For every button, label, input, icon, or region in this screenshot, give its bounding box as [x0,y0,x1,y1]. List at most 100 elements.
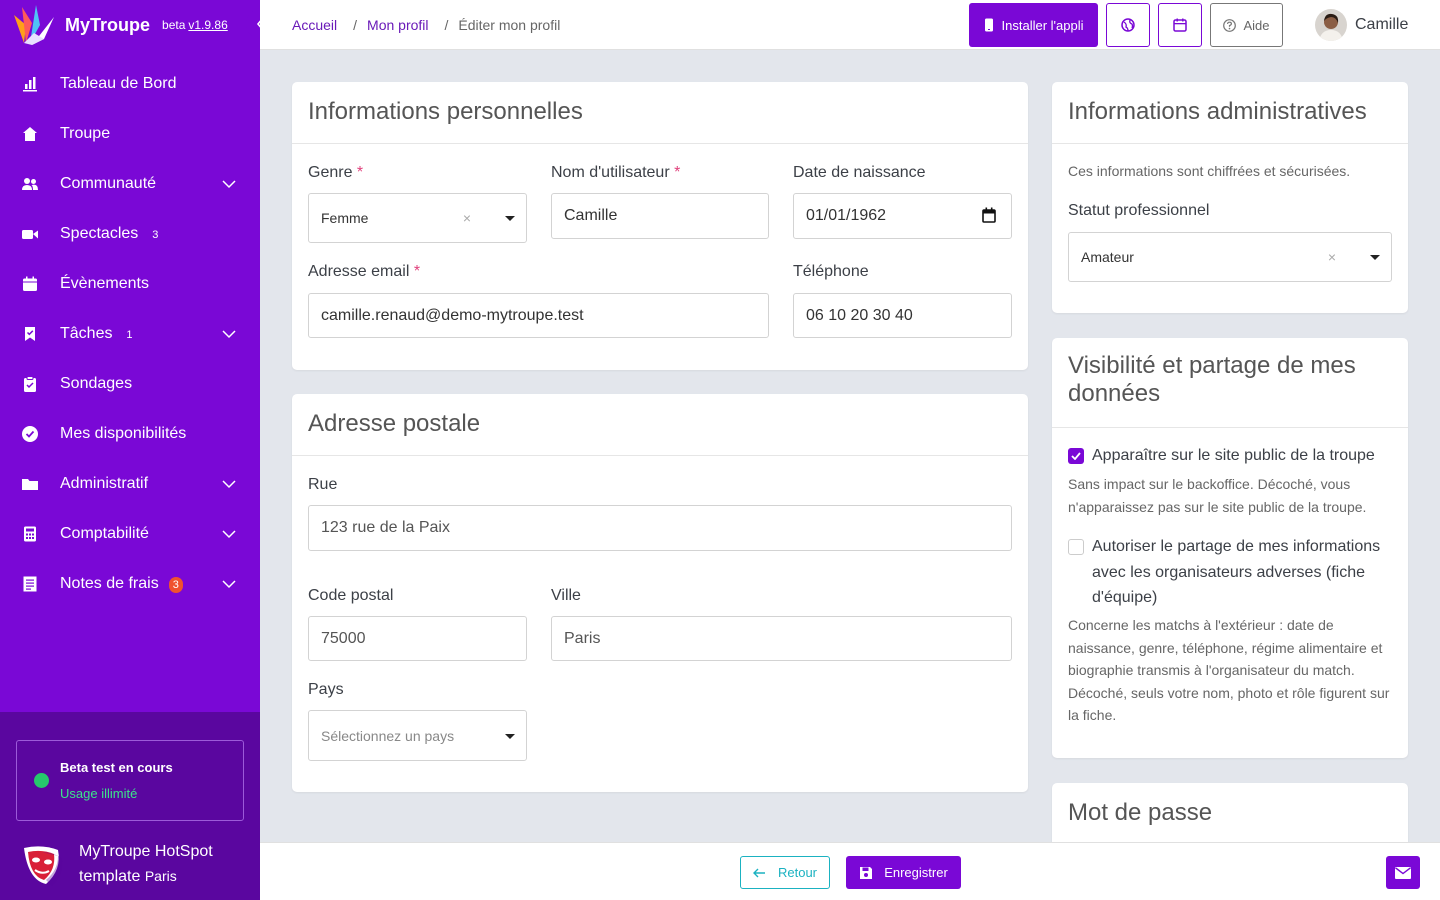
chevron-down-icon [222,580,236,589]
public-site-label[interactable]: Apparaître sur le site public de la trou… [1092,443,1392,469]
sidebar-item-label: Évènements [60,275,149,292]
sidebar-item-spectacles[interactable]: Spectacles 3 [0,209,260,259]
card-title: Visibilité et partage de mes données [1068,352,1356,407]
language-button[interactable] [1106,3,1150,47]
card-divider [1052,427,1408,428]
taches-count-badge: 1 [126,329,133,341]
caret-down-icon [505,733,515,739]
card-title: Informations personnelles [308,98,583,125]
sidebar-item-tableau-de-bord[interactable]: Tableau de Bord [0,59,260,109]
sidebar-item-label: Sondages [60,375,133,392]
question-circle-icon [1223,18,1237,32]
breadcrumb-current: Éditer mon profil [458,17,561,33]
sidebar-item-label: Tâches 1 [60,325,136,343]
breadcrumb-separator: / [444,17,449,33]
folder-icon [22,479,38,490]
city-field[interactable]: Paris [551,616,1012,661]
sidebar-item-label: Comptabilité [60,525,149,542]
notes-de-frais-count-badge: 3 [168,577,183,593]
sidebar-item-taches[interactable]: Tâches 1 [0,309,260,359]
clear-icon[interactable]: × [1328,249,1336,265]
sidebar-item-label: Notes de frais 3 [60,575,183,593]
chart-bar-icon [23,77,37,92]
personal-info-card: Informations personnelles Genre * Femme … [292,82,1028,370]
sidebar-nav: Tableau de Bord Troupe Communauté Specta… [0,59,260,609]
breadcrumb-profile-link[interactable]: Mon profil [367,17,428,33]
beta-subtitle: Usage illimité [60,786,138,801]
sidebar-item-administratif[interactable]: Administratif [0,459,260,509]
country-select[interactable]: Sélectionnez un pays [308,710,527,761]
breadcrumb: Accueil / Mon profil / Éditer mon profil [292,17,560,33]
calendar-icon [1173,18,1187,32]
save-button[interactable]: Enregistrer [846,856,961,889]
back-button[interactable]: Retour [740,856,830,889]
chevron-down-icon [222,180,236,189]
card-divider [292,455,1028,456]
public-site-checkbox[interactable] [1068,448,1084,464]
sidebar-item-label: Communauté [60,175,157,192]
org-city: Paris [144,868,177,884]
sidebar-item-notes-de-frais[interactable]: Notes de frais 3 [0,559,260,609]
mobile-phone-icon [984,18,993,32]
caret-down-icon [1370,255,1380,260]
video-icon [22,230,38,239]
sidebar-item-evenements[interactable]: Évènements [0,259,260,309]
phone-field[interactable]: 06 10 20 30 40 [793,293,1012,338]
caret-down-icon [505,216,515,221]
breadcrumb-home-link[interactable]: Accueil [292,17,337,33]
chevron-down-icon [222,480,236,489]
floppy-disk-icon [860,866,873,879]
bookmark-check-icon [25,327,35,341]
birth-date-label: Date de naissance [793,164,926,181]
zip-label: Code postal [308,587,394,604]
card-title: Adresse postale [308,410,481,437]
sidebar-item-communaute[interactable]: Communauté [0,159,260,209]
avatar[interactable] [1315,9,1347,41]
visibility-card: Visibilité et partage de mes données App… [1052,338,1408,758]
brand-logo-icon [14,5,54,45]
professional-status-label: Statut professionnel [1068,202,1210,219]
sidebar-item-mes-disponibilites[interactable]: Mes disponibilités [0,409,260,459]
email-field[interactable]: camille.renaud@demo-mytroupe.test [308,293,769,338]
professional-status-select[interactable]: Amateur × [1068,232,1392,282]
sidebar-item-troupe[interactable]: Troupe [0,109,260,159]
arrow-left-icon [752,868,765,877]
sidebar-item-comptabilite[interactable]: Comptabilité [0,509,260,559]
calculator-icon [24,526,36,542]
clear-icon[interactable]: × [463,210,471,226]
gender-select[interactable]: Femme × [308,193,527,243]
calendar-icon[interactable] [982,207,996,223]
sidebar-item-label: Administratif [60,475,149,492]
users-icon [22,178,38,190]
card-divider [292,143,1028,144]
zip-field[interactable]: 75000 [308,616,527,661]
share-data-label[interactable]: Autoriser le partage de mes informations… [1092,534,1392,611]
checkmark-icon [1071,452,1081,460]
beta-title: Beta test en cours [60,760,173,775]
share-data-checkbox[interactable] [1068,539,1084,555]
sidebar-item-sondages[interactable]: Sondages [0,359,260,409]
sidebar: MyTroupe beta v1.9.86 Tableau de Bord Tr… [0,0,260,900]
beta-status-card: Beta test en cours Usage illimité [16,740,244,821]
breadcrumb-separator: / [353,17,358,33]
install-app-button[interactable]: Installer l'appli [969,3,1098,47]
country-label: Pays [308,681,344,698]
contact-mail-button[interactable] [1386,856,1420,889]
spectacles-count-badge: 3 [152,229,159,241]
receipt-icon [23,576,37,592]
clipboard-check-icon [24,376,36,392]
encryption-note: Ces informations sont chiffrées et sécur… [1068,163,1351,179]
street-field[interactable]: 123 rue de la Paix [308,505,1012,551]
username-field[interactable]: Camille [551,193,769,239]
brand-version-link[interactable]: v1.9.86 [188,18,227,32]
calendar-button[interactable] [1158,3,1202,47]
brand[interactable]: MyTroupe beta v1.9.86 [10,3,228,47]
birth-date-field[interactable]: 01/01/1962 [793,193,1012,239]
sidebar-item-label: Mes disponibilités [60,425,187,442]
bottom-action-bar: Retour Enregistrer [260,842,1440,900]
sidebar-footer: Beta test en cours Usage illimité MyTrou… [0,712,260,900]
troupe-mask-logo-icon[interactable] [22,844,64,888]
user-name[interactable]: Camille [1355,16,1408,34]
help-button[interactable]: Aide [1210,3,1283,47]
address-card: Adresse postale Rue 123 rue de la Paix C… [292,394,1028,792]
